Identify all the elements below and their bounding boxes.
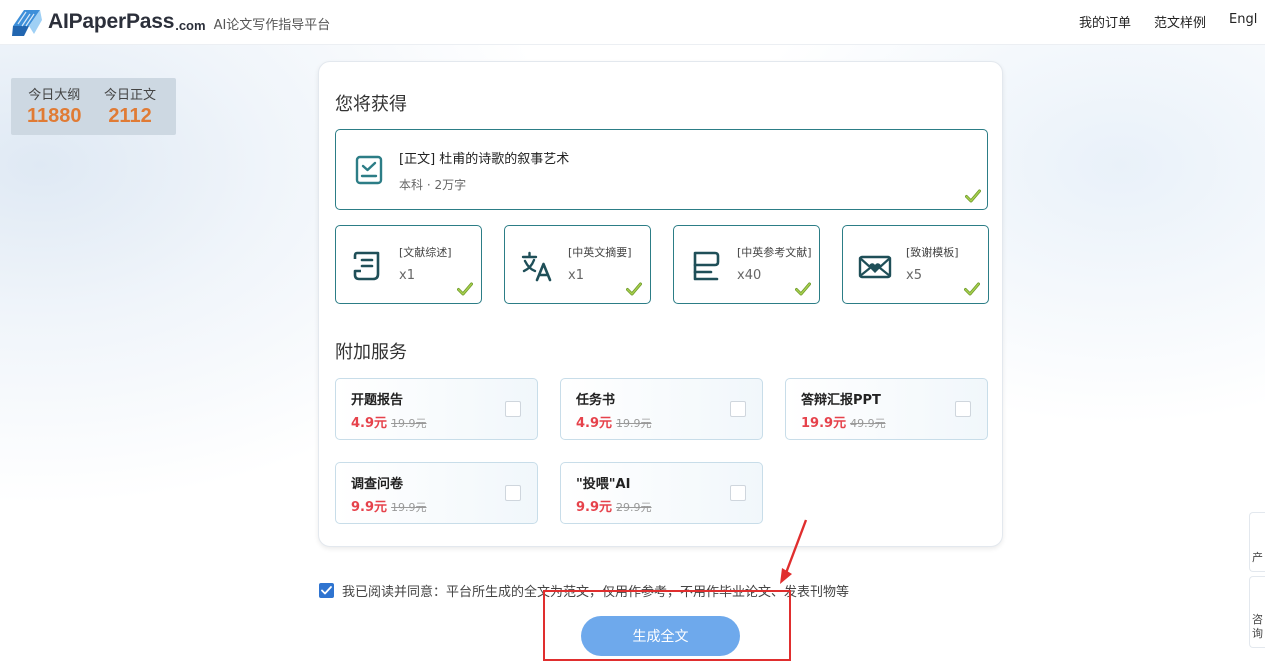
check-icon xyxy=(965,189,981,203)
deliverable-label: [致谢模板] xyxy=(906,246,959,259)
agreement-checkbox[interactable] xyxy=(319,583,334,598)
stat-value: 11880 xyxy=(27,105,82,127)
reference-icon xyxy=(693,251,720,281)
stat-fulltext: 今日正文 2112 xyxy=(104,84,156,128)
logo-tagline: AI论文写作指导平台 xyxy=(213,17,331,33)
addon-original-price: 49.9元 xyxy=(850,417,886,430)
deliverable-literature-review: [文献综述] x1 xyxy=(335,225,482,304)
stat-label: 今日大纲 xyxy=(28,88,81,103)
stat-label: 今日正文 xyxy=(104,88,157,103)
logo[interactable]: AIPaperPass .com AI论文写作指导平台 xyxy=(10,6,330,38)
check-icon xyxy=(457,282,473,296)
addon-name: 答辩汇报PPT xyxy=(801,393,881,408)
logo-domain: .com xyxy=(175,17,206,33)
stat-value: 2112 xyxy=(108,105,152,127)
paper-check-icon xyxy=(355,155,383,185)
main-deliverable: [正文] 杜甫的诗歌的叙事艺术 本科 · 2万字 xyxy=(335,129,988,210)
addon-original-price: 29.9元 xyxy=(616,501,652,514)
addon-feed-ai[interactable]: "投喂"AI 9.9元 29.9元 xyxy=(560,462,763,524)
addon-original-price: 19.9元 xyxy=(616,417,652,430)
nav-language[interactable]: Engl xyxy=(1229,12,1257,31)
addon-price: 4.9元 19.9元 xyxy=(576,416,652,431)
addon-task-book[interactable]: 任务书 4.9元 19.9元 xyxy=(560,378,763,440)
addon-name: "投喂"AI xyxy=(576,477,631,492)
nav-samples[interactable]: 范文样例 xyxy=(1154,12,1206,31)
addon-name: 任务书 xyxy=(576,393,616,408)
addon-original-price: 19.9元 xyxy=(391,417,427,430)
check-icon xyxy=(626,282,642,296)
deliverable-label: [文献综述] xyxy=(399,246,452,259)
logo-text: AIPaperPass xyxy=(48,10,175,33)
stat-outline: 今日大纲 11880 xyxy=(27,84,82,128)
addon-proposal-report[interactable]: 开题报告 4.9元 19.9元 xyxy=(335,378,538,440)
addon-checkbox[interactable] xyxy=(730,485,746,501)
daily-stats-panel: 今日大纲 11880 今日正文 2112 xyxy=(11,78,176,135)
check-icon xyxy=(795,282,811,296)
section-title-receive: 您将获得 xyxy=(335,94,407,115)
side-tab-consult[interactable]: 咨询 xyxy=(1249,576,1265,648)
translate-icon xyxy=(521,251,552,282)
top-nav: 我的订单 范文样例 Engl xyxy=(1079,12,1265,31)
addon-name: 调查问卷 xyxy=(351,477,404,492)
main-deliverable-meta: 本科 · 2万字 xyxy=(399,178,467,192)
addon-price: 9.9元 29.9元 xyxy=(576,500,652,515)
addon-price: 9.9元 19.9元 xyxy=(351,500,427,515)
addon-checkbox[interactable] xyxy=(730,401,746,417)
deliverable-count: x1 xyxy=(399,268,415,283)
deliverable-acknowledgement: [致谢模板] x5 xyxy=(842,225,989,304)
deliverable-label: [中英文摘要] xyxy=(568,246,632,259)
nav-my-orders[interactable]: 我的订单 xyxy=(1079,12,1131,31)
deliverable-references: [中英参考文献] x40 xyxy=(673,225,820,304)
addon-checkbox[interactable] xyxy=(955,401,971,417)
top-header: AIPaperPass .com AI论文写作指导平台 我的订单 范文样例 En… xyxy=(0,0,1265,45)
addon-original-price: 19.9元 xyxy=(391,501,427,514)
deliverable-abstract: [中英文摘要] x1 xyxy=(504,225,651,304)
annotation-highlight-box xyxy=(543,590,791,661)
main-deliverable-title: [正文] 杜甫的诗歌的叙事艺术 xyxy=(399,152,570,167)
addon-price: 4.9元 19.9元 xyxy=(351,416,427,431)
document-list-icon xyxy=(353,251,380,281)
deliverable-count: x1 xyxy=(568,268,584,283)
addon-price: 19.9元 49.9元 xyxy=(801,416,886,431)
section-title-addons: 附加服务 xyxy=(335,342,407,363)
heart-envelope-icon xyxy=(858,255,892,279)
addon-name: 开题报告 xyxy=(351,393,404,408)
annotation-arrow-icon xyxy=(780,519,808,584)
addon-checkbox[interactable] xyxy=(505,401,521,417)
deliverable-label: [中英参考文献] xyxy=(737,246,812,259)
order-card: 您将获得 [正文] 杜甫的诗歌的叙事艺术 本科 · 2万字 [文献综述] x1 xyxy=(318,61,1003,547)
logo-icon xyxy=(12,10,42,36)
checkmark-icon xyxy=(321,586,332,595)
deliverable-count: x40 xyxy=(737,268,762,283)
addon-checkbox[interactable] xyxy=(505,485,521,501)
deliverable-count: x5 xyxy=(906,268,922,283)
addon-questionnaire[interactable]: 调查问卷 9.9元 19.9元 xyxy=(335,462,538,524)
addon-defense-ppt[interactable]: 答辩汇报PPT 19.9元 49.9元 xyxy=(785,378,988,440)
check-icon xyxy=(964,282,980,296)
side-tab-1[interactable]: 产 xyxy=(1249,512,1265,572)
